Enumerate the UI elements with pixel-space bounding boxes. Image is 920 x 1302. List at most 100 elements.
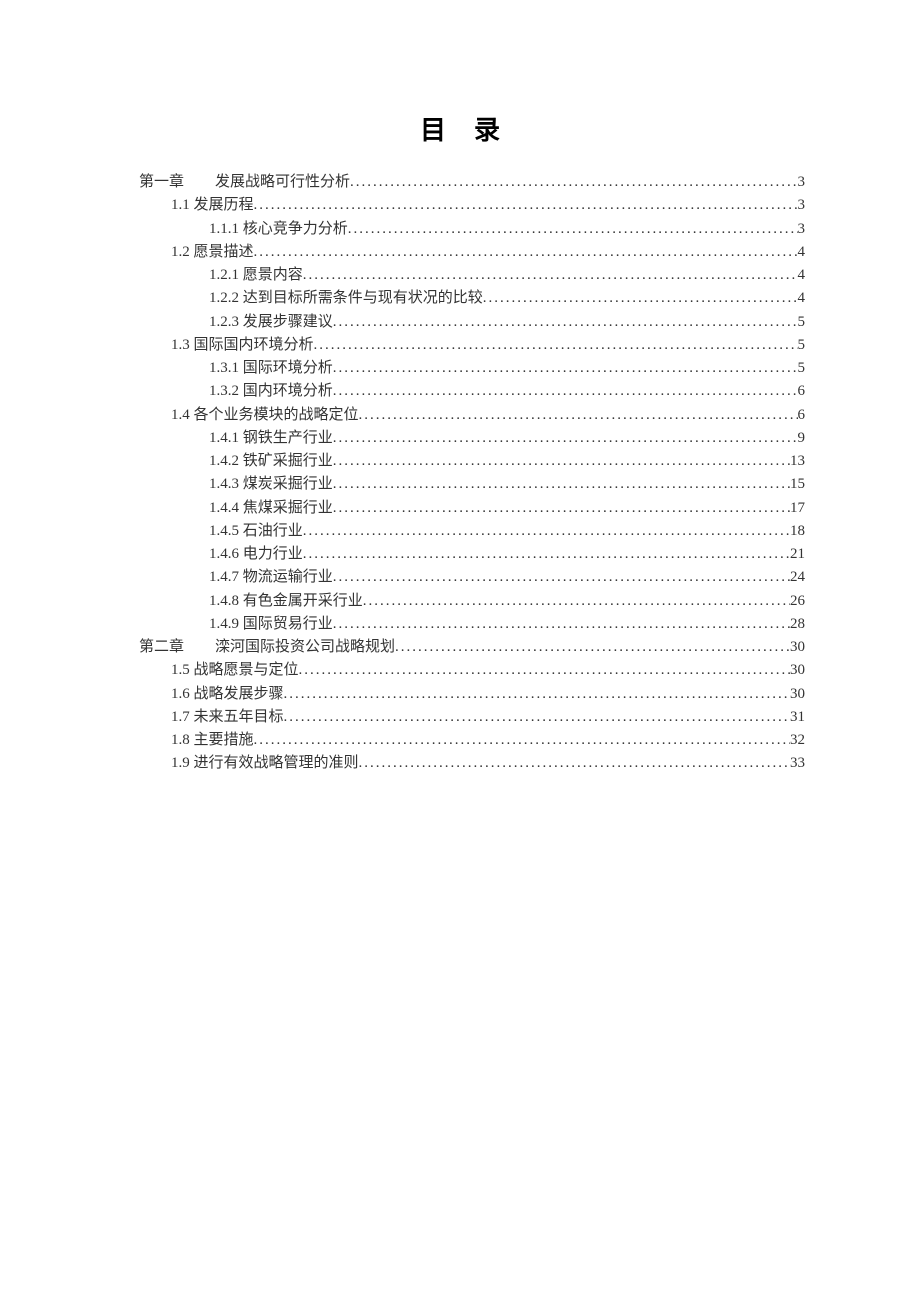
toc-title: 目录 xyxy=(115,110,805,147)
toc-entry: 1.4.5 石油行业18 xyxy=(115,520,805,543)
toc-entry-number: 1.4.8 xyxy=(209,593,243,609)
toc-entry-label: 1.3.2 国内环境分析 xyxy=(209,380,333,403)
toc-entry-label: 1.3 国际国内环境分析 xyxy=(171,334,314,357)
toc-entry-text: 滦河国际投资公司战略规划 xyxy=(215,639,395,655)
toc-entry-page: 21 xyxy=(790,543,805,566)
toc-entry-number: 1.1.1 xyxy=(209,221,243,237)
toc-entry-page: 31 xyxy=(790,706,805,729)
toc-entry-label: 1.2 愿景描述 xyxy=(171,241,254,264)
toc-leader-dots xyxy=(333,311,798,334)
toc-entry-label: 1.2.1 愿景内容 xyxy=(209,264,303,287)
toc-entry-label: 1.4 各个业务模块的战略定位 xyxy=(171,404,359,427)
toc-entry-number: 1.2.3 xyxy=(209,314,243,330)
toc-leader-dots xyxy=(299,659,790,682)
toc-entry: 第一章发展战略可行性分析 3 xyxy=(115,171,805,194)
toc-leader-dots xyxy=(333,473,790,496)
toc-entry-number: 1.4.6 xyxy=(209,546,243,562)
toc-entry-page: 5 xyxy=(798,357,806,380)
toc-leader-dots xyxy=(363,590,790,613)
toc-entry-label: 第二章滦河国际投资公司战略规划 xyxy=(139,636,395,659)
toc-entry-number: 1.2 xyxy=(171,244,194,260)
toc-entry-page: 30 xyxy=(790,659,805,682)
toc-leader-dots xyxy=(314,334,798,357)
toc-entry-text: 发展步骤建议 xyxy=(243,314,333,330)
toc-entry-label: 1.2.2 达到目标所需条件与现有状况的比较 xyxy=(209,287,483,310)
toc-entry-number: 1.7 xyxy=(171,709,194,725)
toc-entry: 1.4.8 有色金属开采行业 26 xyxy=(115,590,805,613)
toc-entry-text: 国际环境分析 xyxy=(243,360,333,376)
toc-entry-number: 1.4 xyxy=(171,407,194,423)
toc-entry: 1.4.3 煤炭采掘行业 15 xyxy=(115,473,805,496)
toc-entry-number: 1.4.5 xyxy=(209,523,243,539)
toc-entry-text: 核心竞争力分析 xyxy=(243,221,348,237)
toc-entry-label: 第一章发展战略可行性分析 xyxy=(139,171,350,194)
toc-entry: 1.2 愿景描述 4 xyxy=(115,241,805,264)
toc-entry-number: 1.3 xyxy=(171,337,194,353)
toc-entry-number: 1.4.7 xyxy=(209,569,243,585)
toc-entry-number: 1.4.1 xyxy=(209,430,243,446)
toc-leader-dots xyxy=(359,404,798,427)
toc-leader-dots xyxy=(333,613,790,636)
toc-entry-text: 国际国内环境分析 xyxy=(194,337,314,353)
toc-entry: 第二章滦河国际投资公司战略规划30 xyxy=(115,636,805,659)
toc-leader-dots xyxy=(333,497,790,520)
toc-entry-label: 1.4.1 钢铁生产行业 xyxy=(209,427,333,450)
toc-entry-page: 13 xyxy=(790,450,805,473)
toc-entry-text: 各个业务模块的战略定位 xyxy=(194,407,359,423)
toc-entry-text: 达到目标所需条件与现有状况的比较 xyxy=(243,290,483,306)
toc-entry-page: 3 xyxy=(798,171,806,194)
toc-entry: 1.4.2 铁矿采掘行业 13 xyxy=(115,450,805,473)
toc-entry: 1.7 未来五年目标31 xyxy=(115,706,805,729)
toc-entry-number: 1.2.1 xyxy=(209,267,243,283)
toc-entry-page: 4 xyxy=(798,241,806,264)
toc-entry-text: 战略愿景与定位 xyxy=(194,662,299,678)
toc-leader-dots xyxy=(350,171,797,194)
toc-entry: 1.4.9 国际贸易行业28 xyxy=(115,613,805,636)
toc-leader-dots xyxy=(348,218,798,241)
toc-entry-text: 煤炭采掘行业 xyxy=(243,476,333,492)
toc-entry-number: 第一章 xyxy=(139,171,215,194)
toc-entry-number: 1.4.4 xyxy=(209,500,243,516)
toc-entry-label: 1.4.3 煤炭采掘行业 xyxy=(209,473,333,496)
toc-entry-page: 28 xyxy=(790,613,805,636)
toc-entry-label: 1.8 主要措施 xyxy=(171,729,254,752)
toc-entry-page: 3 xyxy=(798,218,806,241)
toc-entry-text: 愿景内容 xyxy=(243,267,303,283)
toc-leader-dots xyxy=(483,287,798,310)
toc-entry-label: 1.4.2 铁矿采掘行业 xyxy=(209,450,333,473)
toc-leader-dots xyxy=(333,380,798,403)
toc-entry: 1.2.1 愿景内容4 xyxy=(115,264,805,287)
toc-entry-number: 1.4.9 xyxy=(209,616,243,632)
toc-entry-label: 1.4.8 有色金属开采行业 xyxy=(209,590,363,613)
toc-entry-label: 1.9 进行有效战略管理的准则 xyxy=(171,752,359,775)
toc-entry-number: 1.3.2 xyxy=(209,383,243,399)
toc-entry-number: 1.1 xyxy=(171,197,194,213)
toc-entry-page: 3 xyxy=(798,194,806,217)
document-page: 目录 第一章发展战略可行性分析31.1 发展历程31.1.1 核心竞争力分析31… xyxy=(0,0,920,776)
toc-leader-dots xyxy=(254,241,798,264)
toc-entry-page: 32 xyxy=(790,729,805,752)
toc-entry-text: 石油行业 xyxy=(243,523,303,539)
toc-leader-dots xyxy=(333,566,790,589)
toc-leader-dots xyxy=(359,752,790,775)
toc-entry-label: 1.4.4 焦煤采掘行业 xyxy=(209,497,333,520)
toc-entry: 1.8 主要措施 32 xyxy=(115,729,805,752)
toc-entry-page: 26 xyxy=(790,590,805,613)
toc-leader-dots xyxy=(395,636,790,659)
toc-entry-page: 15 xyxy=(790,473,805,496)
toc-entry-label: 1.4.6 电力行业 xyxy=(209,543,303,566)
toc-entry-page: 17 xyxy=(790,497,805,520)
toc-entry: 1.2.2 达到目标所需条件与现有状况的比较4 xyxy=(115,287,805,310)
toc-entry-label: 1.5 战略愿景与定位 xyxy=(171,659,299,682)
toc-entry-text: 愿景描述 xyxy=(194,244,254,260)
toc-leader-dots xyxy=(303,543,790,566)
toc-entry-text: 焦煤采掘行业 xyxy=(243,500,333,516)
toc-entry: 1.3.1 国际环境分析5 xyxy=(115,357,805,380)
toc-entry-page: 6 xyxy=(798,380,806,403)
toc-container: 第一章发展战略可行性分析31.1 发展历程31.1.1 核心竞争力分析31.2 … xyxy=(115,171,805,776)
toc-leader-dots xyxy=(254,729,790,752)
toc-entry-page: 33 xyxy=(790,752,805,775)
toc-entry-text: 电力行业 xyxy=(243,546,303,562)
toc-entry: 1.6 战略发展步骤30 xyxy=(115,683,805,706)
toc-entry-text: 进行有效战略管理的准则 xyxy=(194,755,359,771)
